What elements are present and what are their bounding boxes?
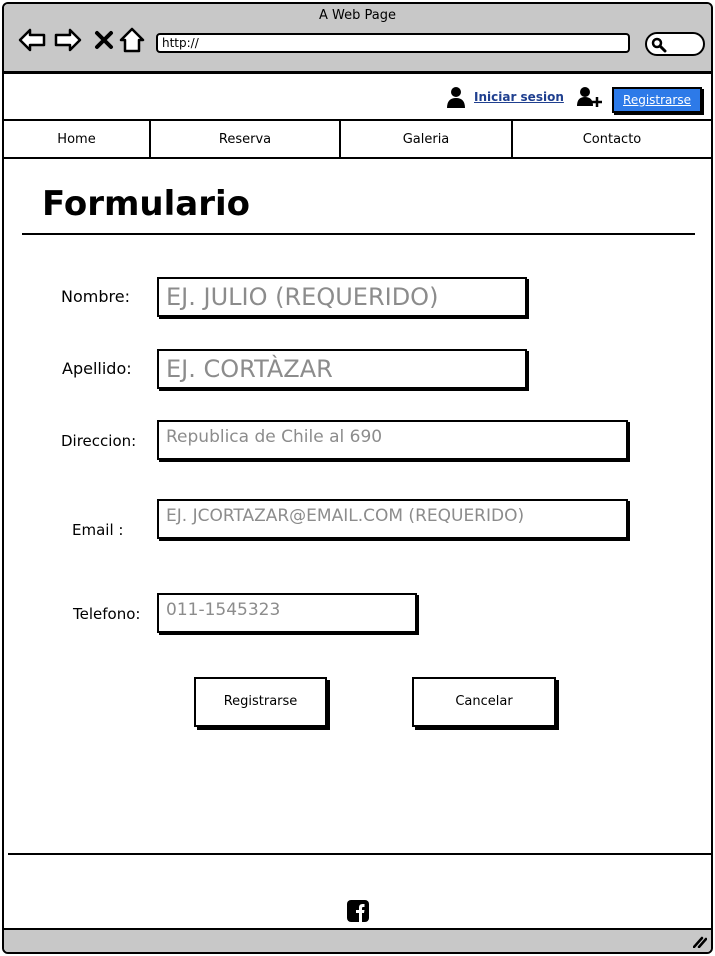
tab-home[interactable]: Home xyxy=(4,121,151,157)
user-icon xyxy=(447,87,465,108)
window-title: A Web Page xyxy=(319,8,396,23)
url-input[interactable]: http:// xyxy=(156,33,630,53)
telefono-input[interactable]: 011-1545323 xyxy=(157,593,417,633)
tab-reserva[interactable]: Reserva xyxy=(151,121,341,157)
email-label: Email : xyxy=(72,521,124,539)
browser-toolbar: A Web Page http:// xyxy=(4,4,711,74)
tab-galeria[interactable]: Galeria xyxy=(341,121,513,157)
direccion-label: Direccion: xyxy=(61,432,137,450)
apellido-input[interactable]: EJ. CORTÀZAR xyxy=(157,349,527,389)
nombre-label: Nombre: xyxy=(61,287,130,306)
status-bar xyxy=(4,928,711,952)
main-nav: Home Reserva Galeria Contacto xyxy=(4,119,711,159)
browser-window: A Web Page http:// Iniciar sesion Regist… xyxy=(2,2,713,954)
page-title: Formulario xyxy=(42,184,250,224)
direccion-input[interactable]: Republica de Chile al 690 xyxy=(157,420,628,460)
title-divider xyxy=(22,233,695,235)
apellido-label: Apellido: xyxy=(62,359,132,378)
arrow-right-icon[interactable] xyxy=(52,24,84,56)
arrow-left-icon[interactable] xyxy=(16,24,48,56)
footer-divider xyxy=(8,853,711,855)
tab-contacto[interactable]: Contacto xyxy=(513,121,711,157)
browser-search-field[interactable] xyxy=(645,32,705,56)
submit-register-button[interactable]: Registrarse xyxy=(194,677,327,727)
add-user-icon xyxy=(577,87,602,107)
email-input[interactable]: EJ. JCORTAZAR@EMAIL.COM (REQUERIDO) xyxy=(157,499,628,539)
nombre-input[interactable]: EJ. JULIO (REQUERIDO) xyxy=(157,277,527,317)
facebook-icon[interactable] xyxy=(347,900,369,922)
search-icon xyxy=(651,37,667,53)
telefono-label: Telefono: xyxy=(73,605,141,623)
home-icon[interactable] xyxy=(116,24,148,56)
cancel-button[interactable]: Cancelar xyxy=(412,677,556,727)
register-top-button[interactable]: Registrarse xyxy=(612,87,702,113)
login-link[interactable]: Iniciar sesion xyxy=(474,90,564,104)
user-bar: Iniciar sesion Registrarse xyxy=(4,77,711,119)
resize-grip-icon[interactable] xyxy=(693,936,707,948)
